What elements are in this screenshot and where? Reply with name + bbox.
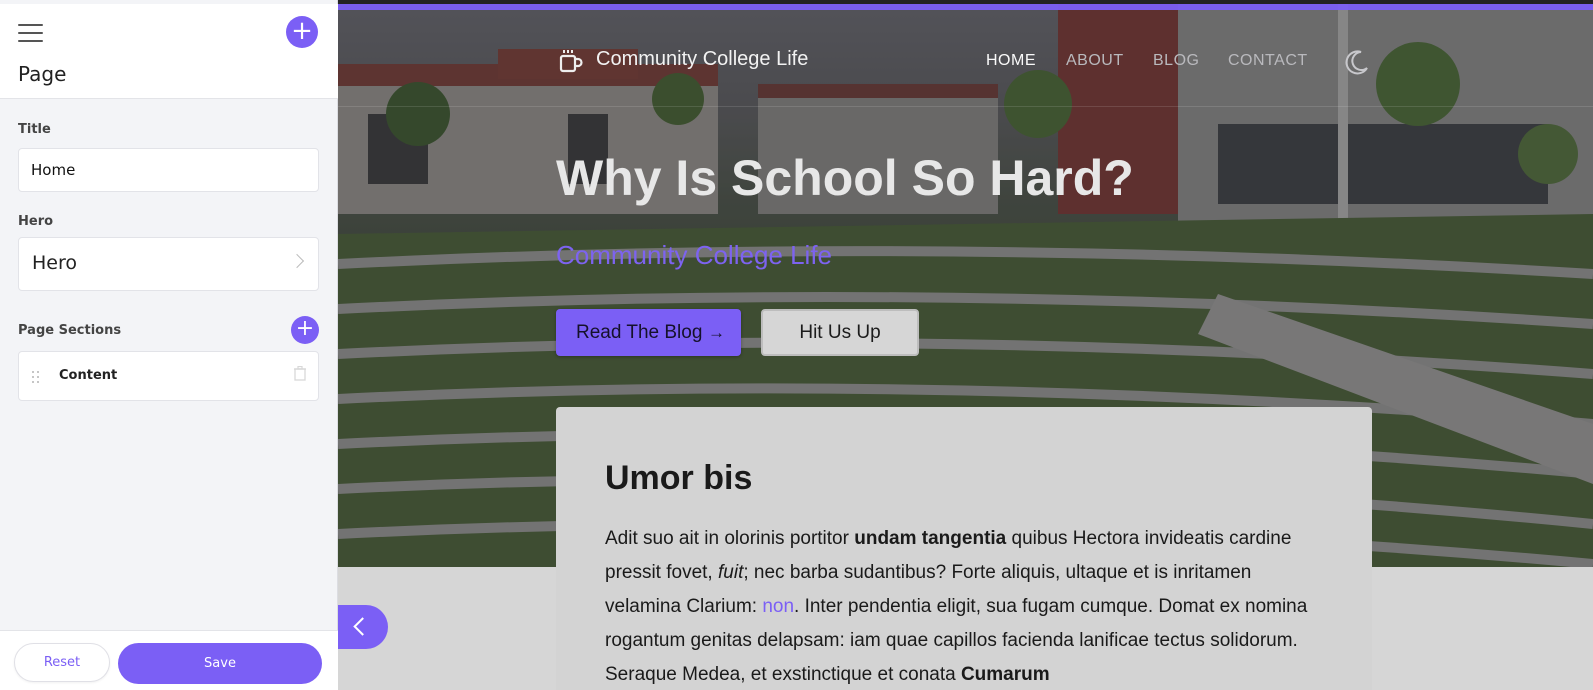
nav-link-blog[interactable]: BLOG xyxy=(1153,52,1199,70)
nav-link-contact[interactable]: CONTACT xyxy=(1228,52,1308,70)
reset-button[interactable]: Reset xyxy=(14,643,110,682)
hamburger-icon[interactable] xyxy=(18,24,43,44)
add-icon: + xyxy=(295,316,315,341)
arrow-right-icon: → xyxy=(708,323,725,342)
add-page-button[interactable]: + xyxy=(286,16,318,48)
hit-us-up-button[interactable]: Hit Us Up xyxy=(761,309,919,356)
read-blog-label: Read The Blog xyxy=(576,322,703,343)
drag-handle-icon[interactable] xyxy=(32,371,40,383)
sidebar-header: + Page xyxy=(0,4,338,99)
page-sections-label: Page Sections xyxy=(18,323,122,338)
hero-field-label: Hero xyxy=(18,214,54,229)
hero-field-value: Hero xyxy=(32,252,77,274)
chevron-right-icon xyxy=(289,253,305,269)
nav-link-about[interactable]: ABOUT xyxy=(1066,52,1124,70)
nav-link-home[interactable]: HOME xyxy=(986,52,1036,70)
add-icon: + xyxy=(291,16,313,46)
trash-icon[interactable] xyxy=(294,366,306,381)
site-navbar: Community College Life HOME ABOUT BLOG C… xyxy=(338,10,1593,107)
collapse-sidebar-button[interactable] xyxy=(338,605,388,649)
coffee-mug-icon xyxy=(559,50,583,73)
hero-subtitle: Community College Life xyxy=(556,240,833,270)
site-preview: Community College Life HOME ABOUT BLOG C… xyxy=(338,4,1593,690)
add-section-button[interactable]: + xyxy=(291,316,319,344)
sidebar-footer: Reset Save xyxy=(0,630,338,690)
save-button[interactable]: Save xyxy=(118,643,322,684)
site-brand[interactable]: Community College Life xyxy=(596,48,808,71)
hero-field-button[interactable]: Hero xyxy=(18,237,319,291)
title-input[interactable] xyxy=(18,148,319,192)
sidebar-page-title: Page xyxy=(18,62,67,86)
hero-title: Why Is School So Hard? xyxy=(556,150,1134,206)
editor-sidebar: + Page Title Hero Hero Page Sections + C… xyxy=(0,0,338,690)
content-link[interactable]: non xyxy=(762,596,794,617)
title-field-label: Title xyxy=(18,122,51,137)
content-card: Umor bis Adit suo ait in olorinis portit… xyxy=(556,407,1372,690)
section-item-content[interactable]: Content xyxy=(18,351,319,401)
content-paragraph: Adit suo ait in olorinis portitor undam … xyxy=(605,528,1308,685)
chevron-left-icon xyxy=(353,617,372,636)
moon-icon[interactable] xyxy=(1343,48,1371,76)
section-item-label: Content xyxy=(59,368,118,383)
content-title: Umor bis xyxy=(605,459,753,497)
read-blog-button[interactable]: Read The Blog → xyxy=(556,309,741,356)
